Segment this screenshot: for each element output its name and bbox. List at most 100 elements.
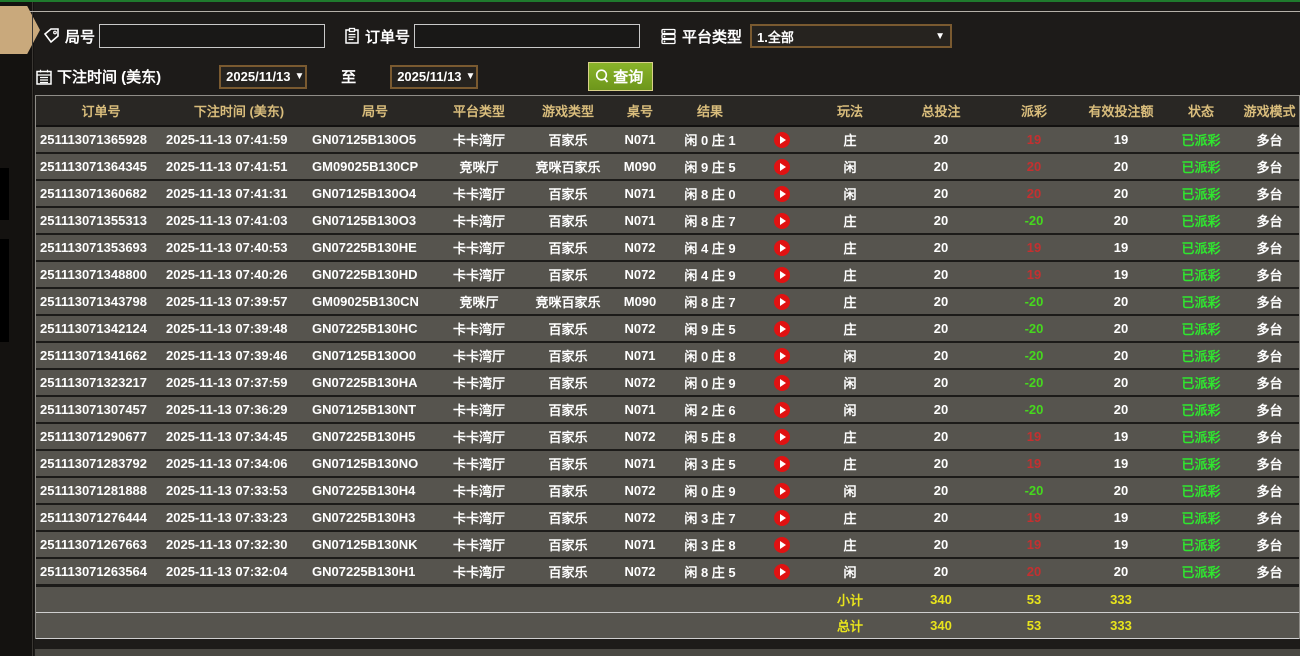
play-replay-button[interactable] bbox=[774, 266, 790, 283]
cell-order-no: 251113071323217 bbox=[40, 375, 148, 390]
cell-order-no: 251113071360682 bbox=[40, 186, 148, 201]
cell-play-type: 闲 bbox=[843, 565, 857, 580]
cell-replay bbox=[756, 347, 808, 364]
cell-valid-bet: 20 bbox=[1113, 213, 1129, 228]
cell-total-bet: 20 bbox=[933, 213, 949, 228]
cell-platform: 卡卡湾厅 bbox=[452, 430, 505, 445]
order-no-input[interactable] bbox=[414, 24, 641, 48]
cell-replay bbox=[756, 266, 808, 283]
chevron-down-icon: ▼ bbox=[465, 71, 476, 82]
cell-platform: 竞咪厅 bbox=[459, 160, 499, 175]
table-row: 251113071360682 2025-11-13 07:41:31 GN07… bbox=[36, 181, 1299, 208]
cell-round-no: GN07125B130O0 bbox=[312, 348, 417, 363]
play-replay-button[interactable] bbox=[774, 428, 790, 445]
play-replay-button[interactable] bbox=[774, 185, 790, 202]
play-replay-button[interactable] bbox=[774, 293, 790, 310]
tag-icon bbox=[43, 28, 59, 44]
cell-game-type: 百家乐 bbox=[548, 457, 588, 472]
left-block bbox=[0, 168, 9, 220]
collapsed-panel-tab[interactable] bbox=[0, 6, 40, 54]
cell-total-bet: 20 bbox=[933, 483, 949, 498]
col-header-platform: 平台类型 bbox=[452, 104, 505, 119]
play-replay-button[interactable] bbox=[774, 509, 790, 526]
cell-table-no: N072 bbox=[624, 510, 656, 525]
cell-bet-time: 2025-11-13 07:36:29 bbox=[166, 402, 288, 417]
date-from-select[interactable]: 2025/11/13 ▼ bbox=[219, 64, 308, 89]
cell-result: 闲 8 庄 7 bbox=[684, 295, 736, 310]
cell-play-type: 庄 bbox=[843, 430, 857, 445]
cell-table-no: N072 bbox=[624, 564, 656, 579]
cell-game-mode: 多台 bbox=[1256, 322, 1283, 337]
cell-game-mode: 多台 bbox=[1256, 295, 1283, 310]
cell-replay bbox=[756, 320, 808, 337]
cell-order-no: 251113071348800 bbox=[40, 267, 148, 282]
cell-status: 已派彩 bbox=[1181, 214, 1221, 229]
cell-round-no: GM09025B130CP bbox=[312, 159, 419, 174]
cell-order-no: 251113071343798 bbox=[40, 294, 148, 309]
table-row: 251113071353693 2025-11-13 07:40:53 GN07… bbox=[36, 235, 1299, 262]
play-replay-button[interactable] bbox=[774, 131, 790, 148]
cell-valid-bet: 19 bbox=[1113, 537, 1129, 552]
cell-total-bet: 20 bbox=[933, 510, 949, 525]
play-replay-button[interactable] bbox=[774, 482, 790, 499]
cell-replay bbox=[756, 428, 808, 445]
cell-result: 闲 5 庄 8 bbox=[684, 430, 736, 445]
cell-payout: 19 bbox=[1026, 240, 1042, 255]
play-replay-button[interactable] bbox=[774, 347, 790, 364]
cell-table-no: N072 bbox=[624, 321, 656, 336]
cell-valid-bet: 20 bbox=[1113, 348, 1129, 363]
cell-total-bet: 20 bbox=[933, 186, 949, 201]
cell-game-type: 百家乐 bbox=[548, 268, 588, 283]
cell-platform: 竞咪厅 bbox=[459, 295, 499, 310]
cell-bet-time: 2025-11-13 07:33:23 bbox=[166, 510, 288, 525]
cell-game-type: 百家乐 bbox=[548, 538, 588, 553]
chevron-down-icon: ▼ bbox=[294, 71, 305, 82]
platform-type-select[interactable]: 1.全部 ▼ bbox=[750, 24, 953, 48]
cell-total-bet: 20 bbox=[933, 267, 949, 282]
clipboard-icon bbox=[345, 27, 359, 44]
left-block bbox=[0, 290, 9, 342]
play-replay-button[interactable] bbox=[774, 536, 790, 553]
cell-order-no: 251113071353693 bbox=[40, 240, 148, 255]
cell-valid-bet: 20 bbox=[1113, 159, 1129, 174]
cell-play-type: 闲 bbox=[843, 403, 857, 418]
search-button[interactable]: 查询 bbox=[588, 62, 654, 91]
play-replay-button[interactable] bbox=[774, 374, 790, 391]
cell-platform: 卡卡湾厅 bbox=[452, 565, 505, 580]
table-row: 251113071355313 2025-11-13 07:41:03 GN07… bbox=[36, 208, 1299, 235]
col-header-payout: 派彩 bbox=[1020, 104, 1047, 119]
play-replay-button[interactable] bbox=[774, 401, 790, 418]
table-row: 251113071281888 2025-11-13 07:33:53 GN07… bbox=[36, 478, 1299, 505]
cell-order-no: 251113071276444 bbox=[40, 510, 148, 525]
table-row: 251113071276444 2025-11-13 07:33:23 GN07… bbox=[36, 505, 1299, 532]
cell-result: 闲 3 庄 8 bbox=[684, 538, 736, 553]
cell-status: 已派彩 bbox=[1181, 565, 1221, 580]
cell-result: 闲 0 庄 9 bbox=[684, 376, 736, 391]
cell-play-type: 庄 bbox=[843, 457, 857, 472]
cell-replay bbox=[756, 374, 808, 391]
cell-status: 已派彩 bbox=[1181, 160, 1221, 175]
table-row: 251113071290677 2025-11-13 07:34:45 GN07… bbox=[36, 424, 1299, 451]
cell-total-bet: 20 bbox=[933, 375, 949, 390]
cell-order-no: 251113071283792 bbox=[40, 456, 148, 471]
cell-game-type: 百家乐 bbox=[548, 241, 588, 256]
play-replay-button[interactable] bbox=[774, 563, 790, 580]
play-replay-button[interactable] bbox=[774, 320, 790, 337]
date-from-value: 2025/11/13 bbox=[226, 69, 291, 84]
play-replay-button[interactable] bbox=[774, 455, 790, 472]
cell-valid-bet: 19 bbox=[1113, 132, 1129, 147]
play-replay-button[interactable] bbox=[774, 212, 790, 229]
date-to-select[interactable]: 2025/11/13 ▼ bbox=[390, 64, 479, 89]
filter-row-1: 局号 订单号 平台类型 1.全部 ▼ bbox=[43, 24, 953, 48]
col-header-bet: 总投注 bbox=[921, 104, 961, 119]
play-replay-button[interactable] bbox=[774, 158, 790, 175]
cell-order-no: 251113071290677 bbox=[40, 429, 148, 444]
cell-round-no: GN07125B130O5 bbox=[312, 132, 417, 147]
play-replay-button[interactable] bbox=[774, 239, 790, 256]
cell-game-type: 百家乐 bbox=[548, 214, 588, 229]
cell-platform: 卡卡湾厅 bbox=[452, 376, 505, 391]
cell-status: 已派彩 bbox=[1181, 133, 1221, 148]
cell-total-bet: 20 bbox=[933, 456, 949, 471]
round-no-input[interactable] bbox=[99, 24, 326, 48]
col-header-table: 桌号 bbox=[626, 104, 653, 119]
